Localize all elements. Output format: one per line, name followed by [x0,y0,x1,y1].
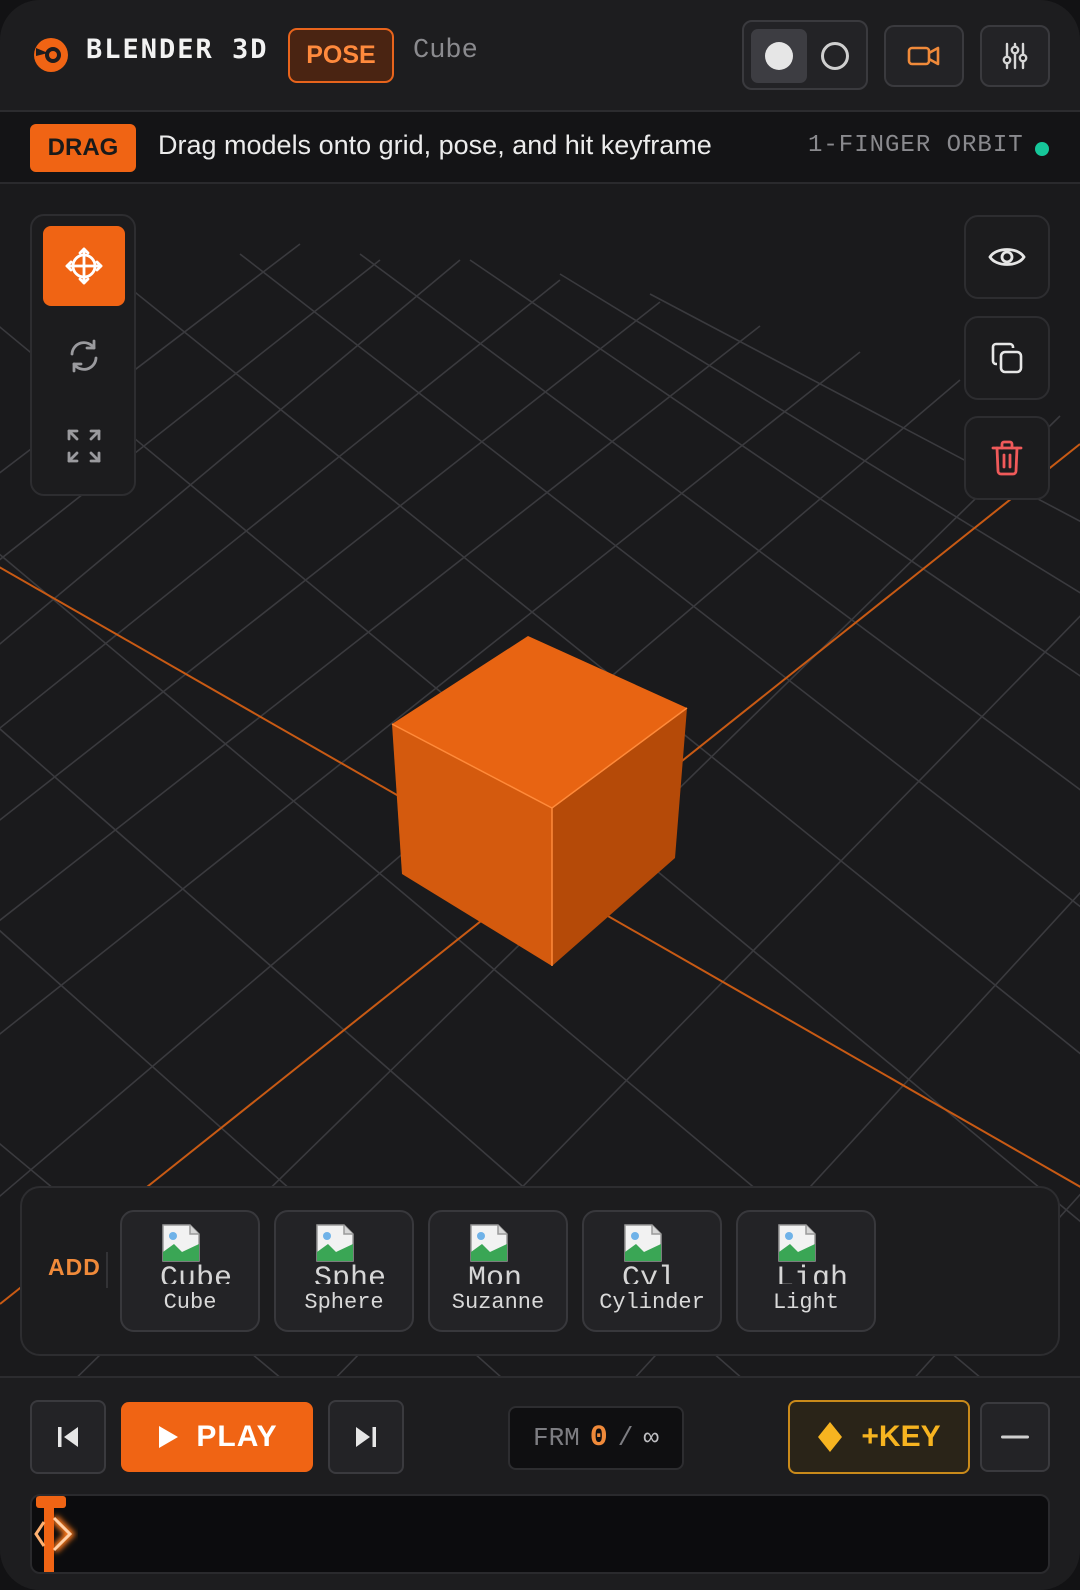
delete-button[interactable] [964,416,1050,500]
visibility-button[interactable] [964,215,1050,299]
play-button[interactable]: PLAY [121,1402,313,1472]
cube-object[interactable] [391,636,688,966]
status-indicator [1035,142,1049,156]
skip-forward-button[interactable] [328,1400,404,1474]
add-item-label: Suzanne [451,1290,545,1315]
scale-icon [67,429,101,463]
add-item-cylinder[interactable]: Cyl Cylinder [582,1210,722,1332]
skip-back-icon [58,1427,78,1447]
frame-prefix: FRM [532,1423,580,1453]
timeline-bar: PLAY FRM 0 / ∞ +KEY [0,1376,1080,1590]
keyframe-diamond-icon [818,1422,843,1452]
add-item-light[interactable]: Ligh Light [736,1210,876,1332]
broken-image-alt-text: Mon [468,1264,523,1284]
hint-bar: DRAG Drag models onto grid, pose, and hi… [0,112,1080,184]
frame-counter: FRM 0 / ∞ [508,1406,684,1470]
broken-image-icon [778,1224,816,1262]
add-item-suzanne[interactable]: Mon Suzanne [428,1210,568,1332]
rotate-tool-button[interactable] [43,316,125,396]
frame-separator: / [617,1423,634,1453]
playhead-icon[interactable] [32,1496,82,1574]
solid-sphere-icon [765,42,793,70]
minus-icon [1001,1435,1029,1439]
app-title: BLENDER 3D [86,34,269,65]
camera-icon [907,46,940,66]
add-item-label: Cube [163,1290,217,1315]
broken-image-alt-text: Ligh [776,1264,848,1284]
skip-back-button[interactable] [30,1400,106,1474]
eye-icon [988,248,1026,266]
remove-keyframe-button[interactable] [980,1402,1050,1472]
broken-image-alt-text: Cube [160,1264,232,1284]
scale-tool-button[interactable] [43,406,125,486]
divider [106,1252,108,1288]
move-icon [65,247,103,285]
add-item-sphere[interactable]: Sphere Sphere [274,1210,414,1332]
key-label: +KEY [861,1420,941,1453]
play-label: PLAY [196,1420,278,1453]
settings-button[interactable] [980,25,1050,87]
sliders-icon [1002,42,1028,70]
frame-current: 0 [589,1421,608,1455]
frame-total: ∞ [643,1423,660,1453]
camera-button[interactable] [884,25,964,87]
gesture-hint: 1-FINGER ORBIT [808,132,1024,159]
add-item-label: Light [772,1290,839,1315]
app-window: BLENDER 3D POSE Cube DRAG Drag models on… [0,0,1080,1590]
active-object-name: Cube [413,36,478,66]
add-object-panel: ADD CubeCubeSphereSphereMonSuzanneCylCyl… [20,1186,1060,1356]
duplicate-icon [991,342,1023,374]
hint-text: Drag models onto grid, pose, and hit key… [158,130,712,160]
timeline-track[interactable] [30,1494,1050,1574]
add-label: ADD [48,1254,101,1280]
wireframe-shading-button[interactable] [807,29,863,83]
rotate-icon [70,339,98,373]
add-item-cube[interactable]: Cube Cube [120,1210,260,1332]
solid-shading-button[interactable] [751,29,807,83]
trash-icon [991,440,1023,476]
mode-badge[interactable]: POSE [288,28,394,83]
add-item-label: Sphere [304,1290,384,1315]
wireframe-circle-icon [821,42,849,70]
move-tool-button[interactable] [43,226,125,306]
skip-forward-icon [356,1427,376,1447]
play-icon [159,1426,179,1448]
broken-image-icon [162,1224,200,1262]
duplicate-button[interactable] [964,316,1050,400]
add-item-label: Cylinder [599,1290,705,1315]
transform-toolbar [30,214,136,496]
shading-toggle [742,20,868,90]
broken-image-icon [316,1224,354,1262]
drag-tag: DRAG [30,124,136,172]
add-keyframe-button[interactable]: +KEY [788,1400,970,1474]
broken-image-alt-text: Cyl [622,1264,677,1284]
broken-image-alt-text: Sphere [314,1264,386,1284]
broken-image-icon [624,1224,662,1262]
broken-image-icon [470,1224,508,1262]
blender-logo-icon [34,38,68,72]
top-bar: BLENDER 3D POSE Cube [0,0,1080,112]
